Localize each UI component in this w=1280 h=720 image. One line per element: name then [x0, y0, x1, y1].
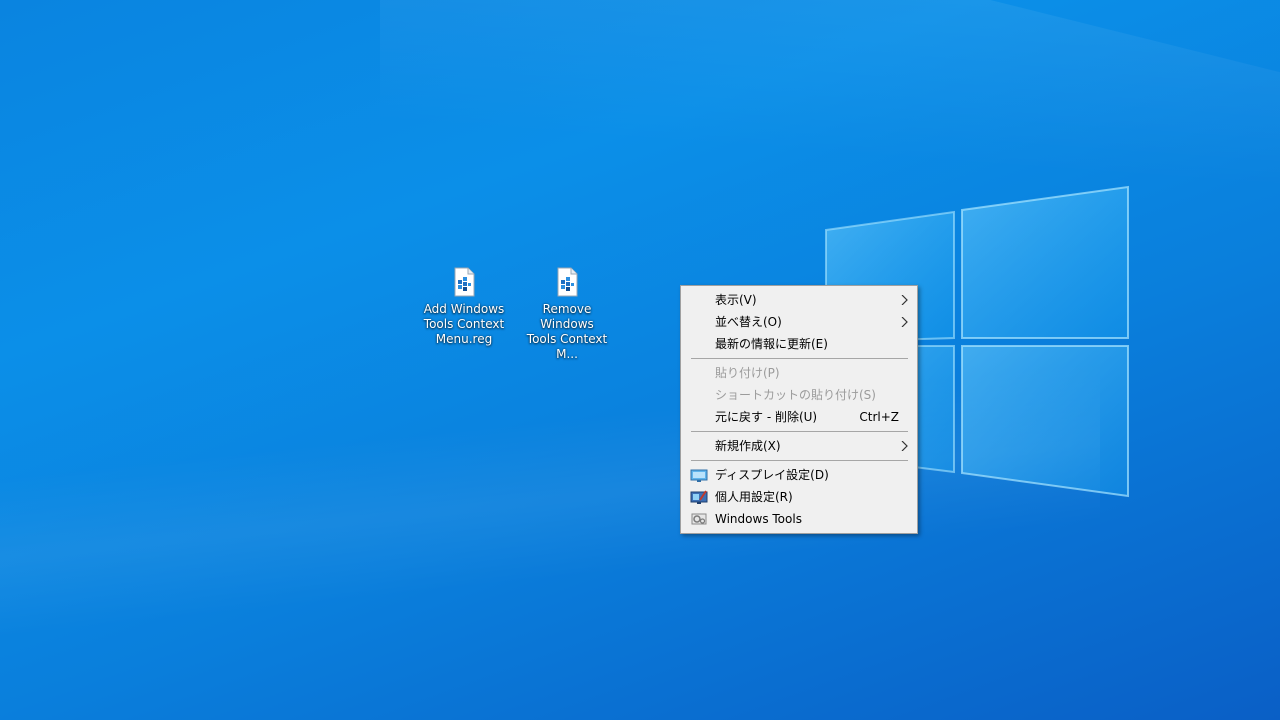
- menu-item-label: 新規作成(X): [715, 439, 781, 453]
- menu-item-view[interactable]: 表示(V): [681, 289, 917, 311]
- menu-item-label: 並べ替え(O): [715, 315, 782, 329]
- desktop-icon-remove-windows-tools[interactable]: Remove Windows Tools Context M...: [517, 266, 617, 362]
- registry-file-icon: [557, 267, 578, 297]
- menu-item-personalize[interactable]: 個人用設定(R): [681, 486, 917, 508]
- menu-item-shortcut: Ctrl+Z: [859, 410, 899, 424]
- menu-separator: [691, 358, 908, 359]
- menu-item-label: Windows Tools: [715, 512, 802, 526]
- menu-item-label: 元に戻す - 削除(U): [715, 410, 818, 424]
- desktop-icon-label: Remove Windows Tools Context M...: [526, 302, 608, 361]
- display-settings-icon: [690, 469, 708, 482]
- menu-item-undo-delete[interactable]: 元に戻す - 削除(U) Ctrl+Z: [681, 406, 917, 428]
- menu-item-label: 表示(V): [715, 293, 757, 307]
- menu-item-windows-tools[interactable]: Windows Tools: [681, 508, 917, 530]
- desktop-icon-add-windows-tools[interactable]: Add Windows Tools Context Menu.reg: [414, 266, 514, 347]
- windows-tools-icon: [691, 513, 707, 525]
- desktop-context-menu: 表示(V) 並べ替え(O) 最新の情報に更新(E) 貼り付け(P) ショートカッ…: [680, 285, 918, 534]
- light-ray: [0, 362, 1100, 638]
- menu-item-label: 最新の情報に更新(E): [715, 337, 828, 351]
- menu-item-label: ディスプレイ設定(D): [715, 468, 829, 482]
- menu-item-sort-by[interactable]: 並べ替え(O): [681, 311, 917, 333]
- menu-item-display-settings[interactable]: ディスプレイ設定(D): [681, 464, 917, 486]
- chevron-right-icon: [901, 441, 908, 451]
- menu-separator: [691, 431, 908, 432]
- desktop[interactable]: Add Windows Tools Context Menu.reg Remov…: [0, 0, 1280, 720]
- menu-item-label: 個人用設定(R): [715, 490, 793, 504]
- menu-item-paste-shortcut[interactable]: ショートカットの貼り付け(S): [681, 384, 917, 406]
- menu-item-paste[interactable]: 貼り付け(P): [681, 362, 917, 384]
- chevron-right-icon: [901, 295, 908, 305]
- menu-separator: [691, 460, 908, 461]
- windows-logo-wallpaper: [825, 185, 1129, 498]
- menu-item-label: 貼り付け(P): [715, 366, 780, 380]
- personalize-icon: [690, 490, 708, 504]
- registry-file-icon: [454, 267, 475, 297]
- menu-item-new[interactable]: 新規作成(X): [681, 435, 917, 457]
- menu-item-refresh[interactable]: 最新の情報に更新(E): [681, 333, 917, 355]
- menu-item-label: ショートカットの貼り付け(S): [715, 388, 876, 402]
- chevron-right-icon: [901, 317, 908, 327]
- desktop-icon-label: Add Windows Tools Context Menu.reg: [423, 302, 505, 346]
